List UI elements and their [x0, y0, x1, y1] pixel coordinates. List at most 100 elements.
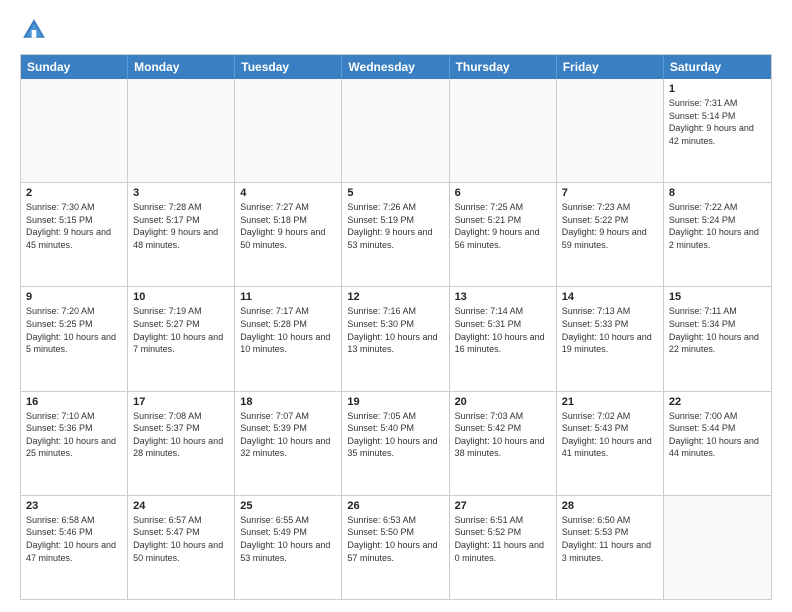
day-number: 5 — [347, 187, 443, 199]
header-cell-saturday: Saturday — [664, 55, 771, 79]
day-number: 10 — [133, 291, 229, 303]
day-cell-13: 13 Sunrise: 7:14 AMSunset: 5:31 PMDayligh… — [450, 287, 557, 390]
day-info: Sunrise: 6:55 AMSunset: 5:49 PMDaylight:… — [240, 514, 336, 564]
calendar: SundayMondayTuesdayWednesdayThursdayFrid… — [20, 54, 772, 600]
header-cell-friday: Friday — [557, 55, 664, 79]
day-cell-23: 23 Sunrise: 6:58 AMSunset: 5:46 PMDayligh… — [21, 496, 128, 599]
day-number: 25 — [240, 500, 336, 512]
empty-cell — [21, 79, 128, 182]
day-cell-11: 11 Sunrise: 7:17 AMSunset: 5:28 PMDayligh… — [235, 287, 342, 390]
day-info: Sunrise: 7:22 AMSunset: 5:24 PMDaylight:… — [669, 201, 766, 251]
day-cell-12: 12 Sunrise: 7:16 AMSunset: 5:30 PMDayligh… — [342, 287, 449, 390]
day-cell-2: 2 Sunrise: 7:30 AMSunset: 5:15 PMDaylight… — [21, 183, 128, 286]
day-info: Sunrise: 7:23 AMSunset: 5:22 PMDaylight:… — [562, 201, 658, 251]
day-info: Sunrise: 6:51 AMSunset: 5:52 PMDaylight:… — [455, 514, 551, 564]
day-cell-18: 18 Sunrise: 7:07 AMSunset: 5:39 PMDayligh… — [235, 392, 342, 495]
day-cell-24: 24 Sunrise: 6:57 AMSunset: 5:47 PMDayligh… — [128, 496, 235, 599]
day-number: 6 — [455, 187, 551, 199]
day-number: 19 — [347, 396, 443, 408]
day-cell-10: 10 Sunrise: 7:19 AMSunset: 5:27 PMDayligh… — [128, 287, 235, 390]
day-number: 21 — [562, 396, 658, 408]
day-info: Sunrise: 7:27 AMSunset: 5:18 PMDaylight:… — [240, 201, 336, 251]
logo-icon — [20, 16, 48, 44]
day-cell-15: 15Sunrise: 7:11 AMSunset: 5:34 PMDayligh… — [664, 287, 771, 390]
header-cell-monday: Monday — [128, 55, 235, 79]
empty-cell — [450, 79, 557, 182]
day-number: 2 — [26, 187, 122, 199]
day-number: 18 — [240, 396, 336, 408]
day-number: 14 — [562, 291, 658, 303]
day-cell-17: 17Sunrise: 7:08 AMSunset: 5:37 PMDayligh… — [128, 392, 235, 495]
day-info: Sunrise: 6:50 AMSunset: 5:53 PMDaylight:… — [562, 514, 658, 564]
day-number: 8 — [669, 187, 766, 199]
day-cell-27: 27 Sunrise: 6:51 AMSunset: 5:52 PMDayligh… — [450, 496, 557, 599]
empty-cell — [342, 79, 449, 182]
day-info: Sunrise: 7:17 AMSunset: 5:28 PMDaylight:… — [240, 305, 336, 355]
day-number: 9 — [26, 291, 122, 303]
empty-cell — [235, 79, 342, 182]
day-number: 27 — [455, 500, 551, 512]
day-info: Sunrise: 7:05 AMSunset: 5:40 PMDaylight:… — [347, 410, 443, 460]
day-info: Sunrise: 7:03 AMSunset: 5:42 PMDaylight:… — [455, 410, 551, 460]
day-info: Sunrise: 7:02 AMSunset: 5:43 PMDaylight:… — [562, 410, 658, 460]
day-info: Sunrise: 7:14 AMSunset: 5:31 PMDaylight:… — [455, 305, 551, 355]
header — [20, 16, 772, 44]
day-info: Sunrise: 7:10 AMSunset: 5:36 PMDaylight:… — [26, 410, 122, 460]
day-cell-26: 26 Sunrise: 6:53 AMSunset: 5:50 PMDayligh… — [342, 496, 449, 599]
day-info: Sunrise: 7:31 AMSunset: 5:14 PMDaylight:… — [669, 97, 766, 147]
header-cell-tuesday: Tuesday — [235, 55, 342, 79]
day-info: Sunrise: 6:53 AMSunset: 5:50 PMDaylight:… — [347, 514, 443, 564]
day-cell-14: 14 Sunrise: 7:13 AMSunset: 5:33 PMDayligh… — [557, 287, 664, 390]
calendar-row: 2 Sunrise: 7:30 AMSunset: 5:15 PMDaylight… — [21, 182, 771, 286]
day-info: Sunrise: 6:58 AMSunset: 5:46 PMDaylight:… — [26, 514, 122, 564]
day-cell-21: 21 Sunrise: 7:02 AMSunset: 5:43 PMDayligh… — [557, 392, 664, 495]
day-number: 11 — [240, 291, 336, 303]
empty-cell — [128, 79, 235, 182]
day-info: Sunrise: 7:30 AMSunset: 5:15 PMDaylight:… — [26, 201, 122, 251]
day-info: Sunrise: 7:19 AMSunset: 5:27 PMDaylight:… — [133, 305, 229, 355]
day-number: 7 — [562, 187, 658, 199]
day-number: 23 — [26, 500, 122, 512]
day-info: Sunrise: 7:25 AMSunset: 5:21 PMDaylight:… — [455, 201, 551, 251]
day-number: 4 — [240, 187, 336, 199]
day-cell-7: 7 Sunrise: 7:23 AMSunset: 5:22 PMDaylight… — [557, 183, 664, 286]
day-info: Sunrise: 7:07 AMSunset: 5:39 PMDaylight:… — [240, 410, 336, 460]
day-cell-20: 20 Sunrise: 7:03 AMSunset: 5:42 PMDayligh… — [450, 392, 557, 495]
day-info: Sunrise: 7:26 AMSunset: 5:19 PMDaylight:… — [347, 201, 443, 251]
logo — [20, 16, 52, 44]
day-cell-25: 25 Sunrise: 6:55 AMSunset: 5:49 PMDayligh… — [235, 496, 342, 599]
day-number: 1 — [669, 83, 766, 95]
header-cell-wednesday: Wednesday — [342, 55, 449, 79]
day-cell-19: 19 Sunrise: 7:05 AMSunset: 5:40 PMDayligh… — [342, 392, 449, 495]
calendar-header: SundayMondayTuesdayWednesdayThursdayFrid… — [21, 55, 771, 79]
day-number: 22 — [669, 396, 766, 408]
day-number: 13 — [455, 291, 551, 303]
day-info: Sunrise: 7:00 AMSunset: 5:44 PMDaylight:… — [669, 410, 766, 460]
empty-cell — [664, 496, 771, 599]
header-cell-sunday: Sunday — [21, 55, 128, 79]
day-info: Sunrise: 7:13 AMSunset: 5:33 PMDaylight:… — [562, 305, 658, 355]
day-number: 24 — [133, 500, 229, 512]
day-info: Sunrise: 7:16 AMSunset: 5:30 PMDaylight:… — [347, 305, 443, 355]
calendar-row: 16 Sunrise: 7:10 AMSunset: 5:36 PMDayligh… — [21, 391, 771, 495]
day-number: 20 — [455, 396, 551, 408]
day-number: 26 — [347, 500, 443, 512]
day-info: Sunrise: 7:11 AMSunset: 5:34 PMDaylight:… — [669, 305, 766, 355]
day-number: 16 — [26, 396, 122, 408]
calendar-row: 23 Sunrise: 6:58 AMSunset: 5:46 PMDayligh… — [21, 495, 771, 599]
day-cell-9: 9 Sunrise: 7:20 AMSunset: 5:25 PMDaylight… — [21, 287, 128, 390]
day-info: Sunrise: 7:08 AMSunset: 5:37 PMDaylight:… — [133, 410, 229, 460]
day-number: 28 — [562, 500, 658, 512]
day-cell-28: 28 Sunrise: 6:50 AMSunset: 5:53 PMDayligh… — [557, 496, 664, 599]
day-info: Sunrise: 6:57 AMSunset: 5:47 PMDaylight:… — [133, 514, 229, 564]
day-number: 12 — [347, 291, 443, 303]
day-cell-1: 1 Sunrise: 7:31 AMSunset: 5:14 PMDaylight… — [664, 79, 771, 182]
day-cell-5: 5 Sunrise: 7:26 AMSunset: 5:19 PMDaylight… — [342, 183, 449, 286]
day-info: Sunrise: 7:28 AMSunset: 5:17 PMDaylight:… — [133, 201, 229, 251]
day-number: 3 — [133, 187, 229, 199]
day-info: Sunrise: 7:20 AMSunset: 5:25 PMDaylight:… — [26, 305, 122, 355]
day-cell-22: 22 Sunrise: 7:00 AMSunset: 5:44 PMDayligh… — [664, 392, 771, 495]
day-cell-8: 8 Sunrise: 7:22 AMSunset: 5:24 PMDaylight… — [664, 183, 771, 286]
calendar-row: 1 Sunrise: 7:31 AMSunset: 5:14 PMDaylight… — [21, 79, 771, 182]
day-cell-16: 16 Sunrise: 7:10 AMSunset: 5:36 PMDayligh… — [21, 392, 128, 495]
